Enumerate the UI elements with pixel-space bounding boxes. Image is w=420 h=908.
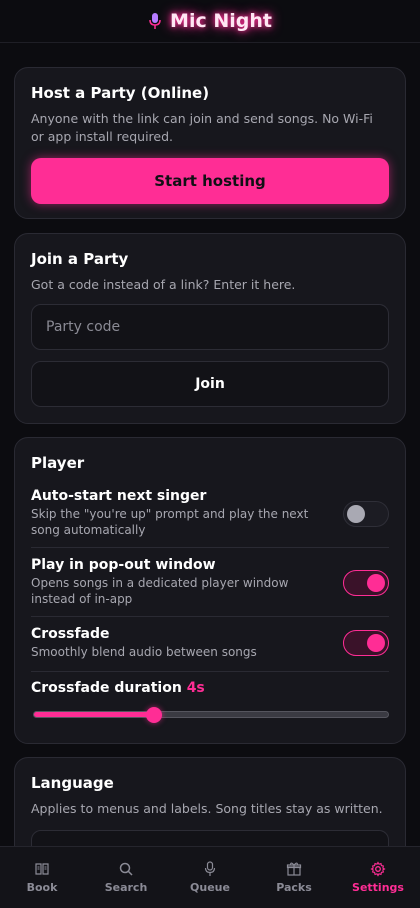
join-party-description: Got a code instead of a link? Enter it h… — [31, 277, 296, 292]
slider-thumb[interactable] — [146, 706, 163, 723]
gear-icon — [370, 861, 386, 877]
crossfade-label: Crossfade — [31, 626, 110, 642]
slider-fill — [34, 712, 155, 717]
nav-label-settings: Settings — [352, 881, 404, 894]
popout-description: Opens songs in a dedicated player window… — [31, 576, 289, 606]
settings-content[interactable]: Host a Party (Online) Anyone with the li… — [0, 43, 420, 846]
crossfade-duration-value: 4s — [186, 680, 205, 696]
crossfade-toggle[interactable] — [343, 630, 389, 656]
app-header: Mic Night — [0, 0, 420, 43]
host-party-description: Anyone with the link can join and send s… — [31, 111, 373, 144]
auto-start-description: Skip the "you're up" prompt and play the… — [31, 507, 309, 537]
join-party-title: Join a Party — [31, 250, 129, 268]
nav-label-packs: Packs — [276, 881, 312, 894]
language-select[interactable]: System default — [31, 830, 389, 846]
start-hosting-button[interactable]: Start hosting — [31, 158, 389, 204]
auto-start-toggle[interactable] — [343, 501, 389, 527]
player-card: Player Auto-start next singer Skip the "… — [14, 437, 406, 744]
popout-label: Play in pop-out window — [31, 557, 216, 573]
join-button[interactable]: Join — [31, 361, 389, 407]
nav-label-queue: Queue — [190, 881, 230, 894]
nav-item-search[interactable]: Search — [84, 847, 168, 908]
mic-icon — [204, 861, 216, 876]
nav-item-queue[interactable]: Queue — [168, 847, 252, 908]
join-party-card: Join a Party Got a code instead of a lin… — [14, 233, 406, 424]
nav-label-search: Search — [104, 881, 148, 894]
language-card: Language Applies to menus and labels. So… — [14, 757, 406, 846]
crossfade-duration-text: Crossfade duration — [31, 680, 182, 696]
gift-icon — [286, 862, 302, 876]
mic-logo-icon — [149, 13, 161, 29]
host-party-title: Host a Party (Online) — [31, 84, 210, 102]
setting-popout: Play in pop-out window Opens songs in a … — [31, 557, 389, 617]
bottom-nav: Book Search Queue Packs Settings — [0, 846, 420, 908]
popout-toggle[interactable] — [343, 570, 389, 596]
party-code-input[interactable] — [31, 304, 389, 350]
nav-item-packs[interactable]: Packs — [252, 847, 336, 908]
auto-start-label: Auto-start next singer — [31, 488, 207, 504]
crossfade-duration-slider[interactable] — [33, 706, 389, 723]
setting-crossfade: Crossfade Smoothly blend audio between s… — [31, 626, 389, 672]
app-title: Mic Night — [170, 10, 272, 32]
crossfade-duration-label: Crossfade duration 4s — [31, 680, 205, 696]
search-icon — [119, 862, 133, 876]
language-title: Language — [31, 774, 114, 792]
setting-auto-start: Auto-start next singer Skip the "you're … — [31, 488, 389, 548]
nav-item-settings[interactable]: Settings — [336, 847, 420, 908]
nav-label-book: Book — [26, 881, 58, 894]
crossfade-description: Smoothly blend audio between songs — [31, 645, 257, 659]
player-title: Player — [31, 454, 85, 472]
book-icon — [35, 863, 49, 875]
host-party-card: Host a Party (Online) Anyone with the li… — [14, 67, 406, 219]
nav-item-book[interactable]: Book — [0, 847, 84, 908]
language-description: Applies to menus and labels. Song titles… — [31, 801, 383, 816]
